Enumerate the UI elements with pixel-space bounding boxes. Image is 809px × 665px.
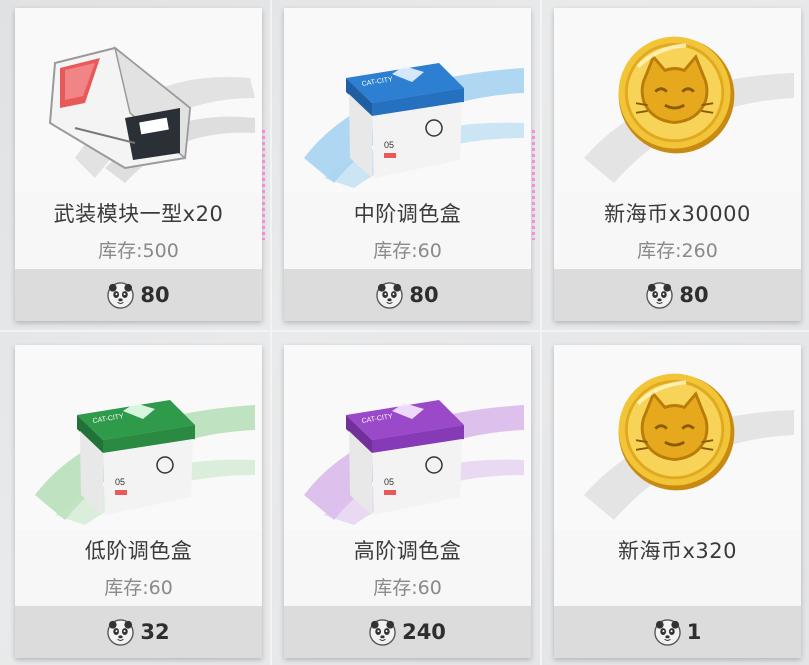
- item-stock: 库存:260: [637, 240, 718, 262]
- item-art: [554, 345, 801, 530]
- panda-coin-icon: [107, 619, 134, 646]
- item-name: 武装模块一型x20: [53, 202, 224, 226]
- panda-coin-icon: [376, 282, 403, 309]
- blue-color-box-icon: CAT-CITY 05: [346, 63, 464, 178]
- item-price: 240: [402, 620, 446, 644]
- armor-module-icon: [48, 46, 192, 170]
- item-name: 新海币x30000: [604, 202, 751, 226]
- item-name: 新海币x320: [617, 539, 737, 563]
- item-name: 中阶调色盒: [353, 202, 462, 226]
- item-price: 1: [686, 620, 702, 644]
- item-name: 高阶调色盒: [353, 539, 462, 563]
- item-art: CAT-CITY 05: [15, 345, 262, 530]
- shop-item-card[interactable]: CAT-CITY 05 中阶调色盒 库存:60 80: [284, 8, 531, 321]
- buy-button[interactable]: 1: [554, 606, 801, 658]
- buy-button[interactable]: 240: [284, 606, 531, 658]
- panda-coin-icon: [369, 619, 396, 646]
- item-stock: 库存:60: [373, 577, 442, 599]
- decoration-stripe: [262, 130, 265, 240]
- item-stock: 库存:60: [373, 240, 442, 262]
- background-line: [270, 0, 272, 665]
- buy-button[interactable]: 80: [15, 269, 262, 321]
- item-art: CAT-CITY 05: [284, 345, 531, 530]
- gold-coin-icon: [619, 37, 735, 154]
- gold-coin-icon: [619, 374, 735, 491]
- item-name: 低阶调色盒: [84, 539, 193, 563]
- item-price: 80: [409, 283, 439, 307]
- box-number: 05: [115, 477, 125, 487]
- box-number: 05: [384, 477, 394, 487]
- item-art: CAT-CITY 05: [284, 8, 531, 193]
- buy-button[interactable]: 80: [284, 269, 531, 321]
- background-line: [0, 330, 809, 332]
- shop-item-card[interactable]: 武装模块一型x20 库存:500 80: [15, 8, 262, 321]
- panda-coin-icon: [646, 282, 673, 309]
- purple-color-box-icon: CAT-CITY 05: [346, 400, 464, 515]
- item-price: 32: [140, 620, 170, 644]
- shop-item-card[interactable]: 新海币x320 1: [554, 345, 801, 658]
- item-price: 80: [140, 283, 170, 307]
- panda-coin-icon: [654, 619, 681, 646]
- buy-button[interactable]: 80: [554, 269, 801, 321]
- item-art: [554, 8, 801, 193]
- background-line: [540, 0, 542, 665]
- decoration-stripe: [532, 130, 535, 240]
- item-stock: 库存:500: [98, 240, 179, 262]
- buy-button[interactable]: 32: [15, 606, 262, 658]
- green-color-box-icon: CAT-CITY 05: [77, 400, 195, 515]
- box-number: 05: [384, 140, 394, 150]
- shop-item-card[interactable]: CAT-CITY 05 高阶调色盒 库存:60 240: [284, 345, 531, 658]
- shop-item-card[interactable]: CAT-CITY 05 低阶调色盒 库存:60 32: [15, 345, 262, 658]
- panda-coin-icon: [107, 282, 134, 309]
- item-stock: 库存:60: [104, 577, 173, 599]
- item-art: [15, 8, 262, 193]
- item-price: 80: [679, 283, 709, 307]
- shop-item-card[interactable]: 新海币x30000 库存:260 80: [554, 8, 801, 321]
